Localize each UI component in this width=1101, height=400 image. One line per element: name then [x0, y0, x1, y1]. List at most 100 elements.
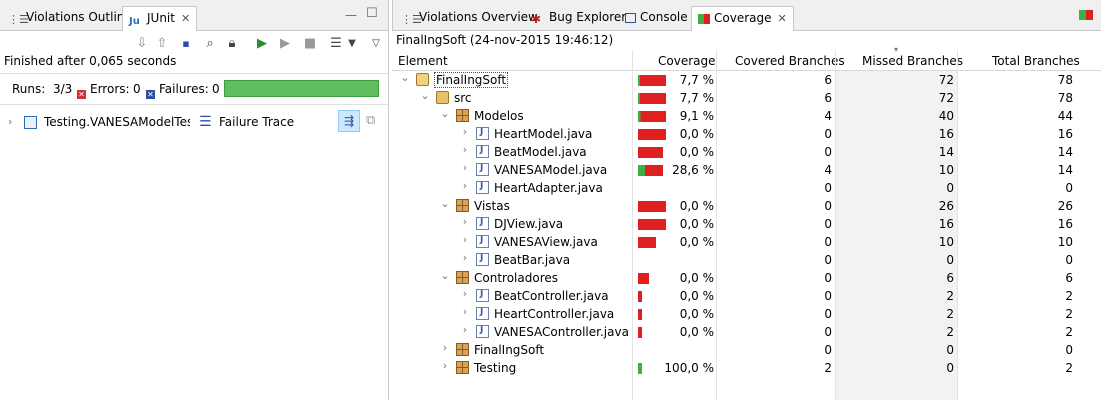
total-branches: 2	[1065, 361, 1073, 375]
tab-violations-outline[interactable]: ⋮☰Violations Outline	[2, 6, 138, 30]
close-icon[interactable]: ✕	[181, 12, 190, 25]
maximize-icon[interactable]: ☐	[366, 6, 378, 21]
column-header-element[interactable]: Element	[398, 54, 448, 68]
covered-branches: 0	[824, 199, 832, 213]
package-icon	[456, 343, 469, 356]
chevron-right-icon[interactable]: ›	[8, 115, 12, 128]
errors-label: Errors:	[90, 82, 130, 96]
missed-branches: 2	[946, 325, 954, 339]
chevron-down-icon[interactable]: ⌄	[440, 107, 450, 120]
tab-coverage[interactable]: Coverage ✕	[691, 6, 794, 31]
coverage-percent: 7,7 %	[679, 91, 714, 105]
tab-bug-explorer[interactable]: ✱ Bug Explorer	[525, 6, 632, 30]
tab-violations-overview[interactable]: ⋮☰Violations Overview	[395, 6, 544, 30]
column-header-coverage[interactable]: Coverage	[658, 54, 716, 68]
previous-failure-icon[interactable]: ⇧	[154, 36, 170, 52]
missed-branches: 0	[946, 361, 954, 375]
table-row[interactable]: ⌄ src 7,7 % 6 72 78	[392, 89, 1101, 107]
sort-descending-icon: ▾	[894, 45, 899, 54]
element-name: Vistas	[474, 199, 510, 213]
table-row[interactable]: › HeartModel.java 0,0 % 0 16 16	[392, 125, 1101, 143]
table-row[interactable]: ⌄ Vistas 0,0 % 0 26 26	[392, 197, 1101, 215]
view-menu-icon[interactable]: ▽	[368, 36, 384, 52]
tab-junit[interactable]: Ju JUnit ✕	[122, 6, 198, 31]
java-file-icon	[476, 325, 489, 338]
table-row[interactable]: › BeatBar.java 0 0 0	[392, 251, 1101, 269]
junit-counters: Runs: 3/3 ✕ Errors: 0 ✕ Failures: 0	[0, 73, 388, 105]
element-name: Testing	[474, 361, 517, 375]
java-file-icon	[476, 181, 489, 194]
chevron-right-icon[interactable]: ›	[460, 305, 470, 318]
table-row[interactable]: ⌄ Modelos 9,1 % 4 40 44	[392, 107, 1101, 125]
minimize-icon[interactable]: —	[345, 8, 357, 22]
scroll-lock-icon[interactable]: ⌕	[202, 36, 218, 52]
chevron-down-icon[interactable]: ⌄	[400, 71, 410, 84]
coverage-toolbar-icon[interactable]	[1079, 10, 1093, 20]
coverage-bar	[638, 237, 656, 248]
column-header-total-branches[interactable]: Total Branches	[992, 54, 1080, 68]
chevron-right-icon[interactable]: ›	[460, 161, 470, 174]
chevron-right-icon[interactable]: ›	[460, 179, 470, 192]
chevron-right-icon[interactable]: ›	[440, 341, 450, 354]
missed-branches: 10	[938, 235, 954, 249]
chevron-right-icon[interactable]: ›	[460, 143, 470, 156]
history-icon[interactable]: ☰	[328, 36, 344, 52]
java-file-icon	[476, 145, 489, 158]
lock-icon[interactable]: 🔒︎	[224, 36, 240, 52]
table-row[interactable]: › VANESAView.java 0,0 % 0 10 10	[392, 233, 1101, 251]
covered-branches: 0	[824, 271, 832, 285]
next-failure-icon[interactable]: ⇩	[134, 36, 150, 52]
test-tree-item[interactable]: Testing.VANESAModelTest [	[44, 115, 190, 129]
rerun-failed-icon[interactable]: ▶	[277, 36, 293, 52]
test-suite-icon	[24, 116, 37, 129]
table-row[interactable]: › VANESAController.java 0,0 % 0 2 2	[392, 323, 1101, 341]
covered-branches: 6	[824, 73, 832, 87]
table-row[interactable]: ⌄ FinalIngSoft 7,7 % 6 72 78	[392, 71, 1101, 89]
table-row[interactable]: › Testing 100,0 % 2 0 2	[392, 359, 1101, 377]
table-row[interactable]: ⌄ Controladores 0,0 % 0 6 6	[392, 269, 1101, 287]
table-row[interactable]: › HeartController.java 0,0 % 0 2 2	[392, 305, 1101, 323]
filter-stack-icon[interactable]: ⇶	[338, 110, 360, 132]
chevron-down-icon[interactable]: ⌄	[440, 269, 450, 282]
total-branches: 0	[1065, 253, 1073, 267]
chevron-right-icon[interactable]: ›	[460, 323, 470, 336]
covered-branches: 4	[824, 163, 832, 177]
coverage-bar	[638, 273, 649, 284]
table-row[interactable]: › DJView.java 0,0 % 0 16 16	[392, 215, 1101, 233]
element-name: src	[454, 91, 472, 105]
tab-console[interactable]: Console	[619, 6, 694, 30]
chevron-down-icon[interactable]: ⌄	[420, 89, 430, 102]
show-failures-only-icon[interactable]: ▪	[178, 36, 194, 52]
chevron-right-icon[interactable]: ›	[460, 215, 470, 228]
missed-branches: 2	[946, 289, 954, 303]
table-row[interactable]: › BeatController.java 0,0 % 0 2 2	[392, 287, 1101, 305]
coverage-bar	[638, 327, 642, 338]
total-branches: 14	[1057, 145, 1073, 159]
project-icon	[416, 73, 429, 86]
rerun-icon[interactable]: ▶	[254, 36, 270, 52]
history-dropdown-icon[interactable]: ▼	[344, 36, 360, 52]
chevron-right-icon[interactable]: ›	[460, 287, 470, 300]
table-row[interactable]: › BeatModel.java 0,0 % 0 14 14	[392, 143, 1101, 161]
missed-branches: 16	[938, 127, 954, 141]
chevron-right-icon[interactable]: ›	[460, 125, 470, 138]
missed-branches: 26	[938, 199, 954, 213]
chevron-right-icon[interactable]: ›	[460, 251, 470, 264]
chevron-right-icon[interactable]: ›	[440, 359, 450, 372]
missed-branches: 0	[946, 343, 954, 357]
coverage-percent: 0,0 %	[679, 289, 714, 303]
total-branches: 10	[1057, 235, 1073, 249]
column-header-covered-branches[interactable]: Covered Branches	[735, 54, 845, 68]
chevron-down-icon[interactable]: ⌄	[440, 197, 450, 210]
covered-branches: 0	[824, 253, 832, 267]
table-row[interactable]: › HeartAdapter.java 0 0 0	[392, 179, 1101, 197]
element-name: FinalIngSoft	[434, 72, 509, 88]
stop-icon[interactable]: ■	[302, 36, 318, 52]
chevron-right-icon[interactable]: ›	[460, 233, 470, 246]
table-row[interactable]: › VANESAModel.java 28,6 % 4 10 14	[392, 161, 1101, 179]
missed-branches: 72	[938, 73, 954, 87]
compare-icon[interactable]: ⧉	[366, 113, 375, 128]
column-header-missed-branches[interactable]: Missed Branches	[862, 54, 963, 68]
table-row[interactable]: › FinalIngSoft 0 0 0	[392, 341, 1101, 359]
close-icon[interactable]: ✕	[778, 12, 787, 25]
